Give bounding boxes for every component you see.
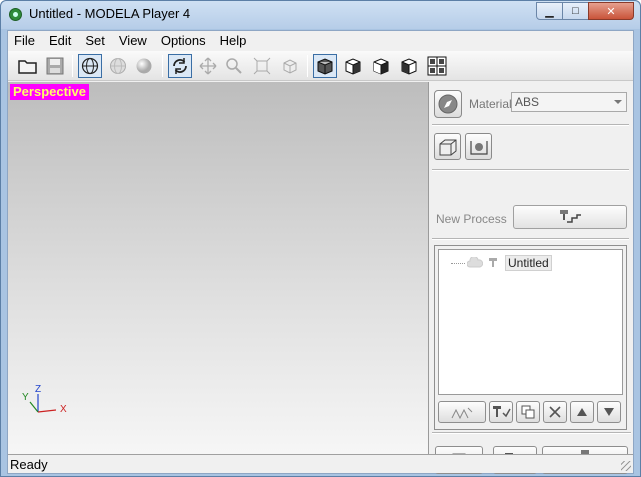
divider [432,432,631,434]
process-tree[interactable]: Untitled [438,249,623,395]
surface-view-button[interactable] [106,54,130,78]
model-position-button[interactable] [465,133,492,160]
maximize-button[interactable]: □ [562,2,589,20]
tool-icon [489,258,497,267]
menu-file[interactable]: File [8,33,42,48]
divider [432,238,629,240]
new-process-button[interactable] [513,205,627,229]
close-icon: ✕ [606,5,616,18]
open-button[interactable] [16,54,40,78]
tree-root-label: Untitled [505,255,552,271]
view-right-button[interactable] [369,54,393,78]
menu-set[interactable]: Set [78,33,112,48]
view-right-icon [373,58,389,75]
rotate-button[interactable] [168,54,192,78]
close-button[interactable]: ✕ [588,2,634,20]
view-front-icon [345,58,361,75]
wireframe-view-icon [81,57,99,75]
fit-icon [253,57,271,75]
view-left-button[interactable] [397,54,421,78]
menu-edit[interactable]: Edit [42,33,78,48]
cutting-path-icon [451,407,473,420]
axis-y-label: Y [22,392,29,403]
wireframe-view-button[interactable] [78,54,102,78]
material-value: ABS [515,95,540,109]
status-bar: Ready [8,454,633,473]
title-bar[interactable]: Untitled - MODELA Player 4 ▁ □ ✕ [1,1,640,29]
new-process-icon [560,210,581,223]
shaded-view-button[interactable] [132,54,156,78]
axis-z-label: Z [35,384,41,395]
delete-icon [549,406,561,418]
process-tree-frame: Untitled [434,245,627,430]
material-select[interactable]: ABS [511,92,627,112]
move-down-button[interactable] [597,401,621,423]
divider [432,124,629,126]
axis-x-label: X [60,404,67,415]
maximize-icon: □ [572,5,579,17]
axis-triad-icon: Z X Y [22,384,67,415]
window-title: Untitled - MODELA Player 4 [29,6,191,21]
menu-help[interactable]: Help [213,33,254,48]
toolbar [8,51,633,81]
copy-icon [521,405,535,419]
compass-icon [438,94,458,114]
arrow-up-icon [577,408,587,416]
copy-button[interactable] [516,401,540,423]
new-process-label: New Process [436,212,507,226]
view-four-pane-button[interactable] [425,54,449,78]
zoom-icon [226,58,242,74]
arrow-down-icon [604,408,614,416]
client-area: File Edit Set View Options Help Perspect… [7,30,634,474]
tool-settings-button[interactable] [489,401,513,423]
box-outline-icon [439,139,456,155]
bed-icon [469,140,488,155]
zoom-box-button[interactable] [278,54,302,78]
view-four-pane-icon [427,56,447,76]
delete-button[interactable] [543,401,567,423]
tree-item[interactable]: Untitled [451,255,552,271]
chevron-down-icon [614,100,622,104]
shaded-view-icon [136,58,152,74]
divider [432,169,629,171]
view-iso-button[interactable] [313,54,337,78]
status-text: Ready [10,457,48,472]
fit-button[interactable] [250,54,274,78]
menu-options[interactable]: Options [154,33,213,48]
pan-button[interactable] [196,54,220,78]
surface-view-icon [110,58,126,74]
zoom-button[interactable] [222,54,246,78]
minimize-button[interactable]: ▁ [536,2,563,20]
model-size-button[interactable] [434,133,461,160]
cut-path-button[interactable] [438,401,486,423]
tool-check-icon [493,406,511,418]
rotate-icon [173,58,187,74]
3d-viewport[interactable]: Perspective Z X Y [8,82,429,454]
menu-view[interactable]: View [112,33,154,48]
menu-bar: File Edit Set View Options Help [8,31,633,50]
minimize-icon: ▁ [545,5,554,18]
material-button[interactable] [434,90,462,118]
pan-icon [199,57,217,75]
save-icon [46,57,64,75]
material-label: Material [469,97,512,111]
view-iso-icon [317,58,333,75]
side-panel: Material ABS New Process Untitled [430,82,633,474]
save-button[interactable] [43,54,67,78]
view-left-icon [401,58,417,75]
perspective-label: Perspective [10,84,89,100]
move-up-button[interactable] [570,401,594,423]
view-front-button[interactable] [341,54,365,78]
app-window: Untitled - MODELA Player 4 ▁ □ ✕ File Ed… [0,0,641,477]
resize-grip-icon[interactable] [621,461,631,471]
cloud-icon [467,257,483,268]
zoom-box-icon [283,59,297,74]
open-icon [18,60,37,74]
app-logo-icon [9,8,22,21]
